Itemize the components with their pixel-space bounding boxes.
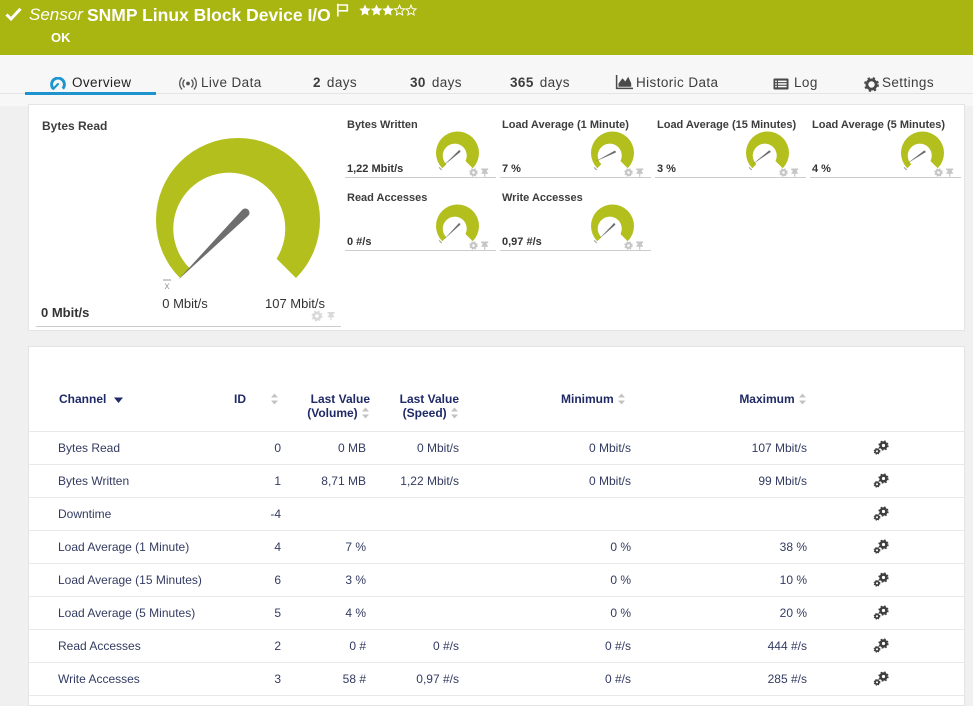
- svg-text:x: x: [165, 281, 170, 292]
